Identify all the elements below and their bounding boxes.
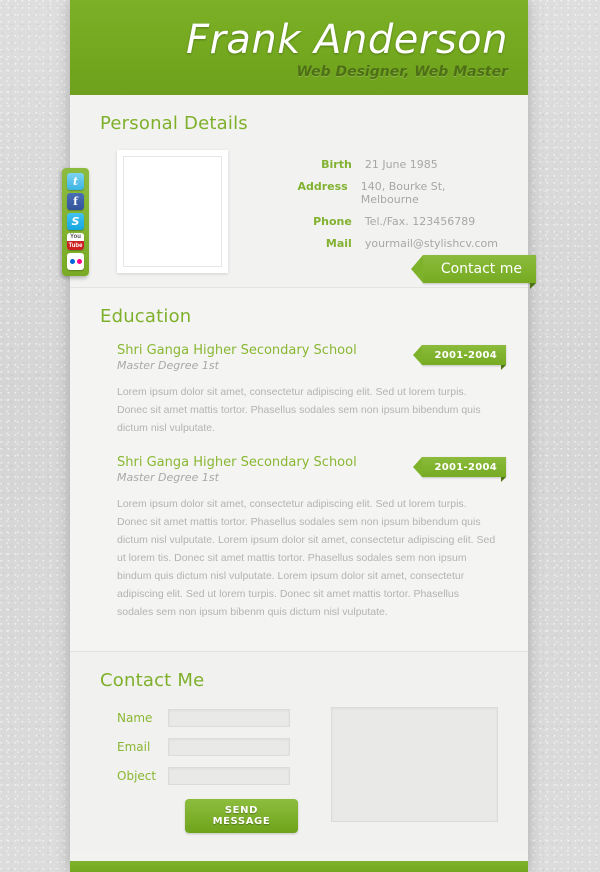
object-input[interactable] — [168, 767, 290, 785]
detail-label-mail: Mail — [325, 237, 352, 250]
education-description: Lorem ipsum dolor sit amet, consectetur … — [117, 386, 481, 434]
youtube-icon[interactable]: You Tube — [67, 233, 84, 250]
email-input[interactable] — [168, 738, 290, 756]
skype-glyph: S — [71, 215, 80, 228]
facebook-glyph: f — [73, 195, 78, 208]
education-section: Education 2001-2004 Shri Ganga Higher Se… — [70, 288, 528, 651]
form-row-name: Name — [100, 709, 298, 727]
flickr-dot-pink — [76, 259, 82, 264]
name-input[interactable] — [168, 709, 290, 727]
detail-label-phone: Phone — [313, 215, 352, 228]
form-row-object: Object — [100, 767, 298, 785]
personal-details-list: Birth 21 June 1985 Address 140, Bourke S… — [286, 150, 498, 259]
skype-icon[interactable]: S — [67, 213, 84, 230]
page-footer-bar — [70, 861, 528, 872]
email-label: Email — [117, 740, 151, 754]
form-row-email: Email — [100, 738, 298, 756]
detail-row-address: Address 140, Bourke St, Melbourne — [286, 180, 498, 206]
social-links-rail: t f S You Tube — [62, 168, 89, 276]
page-header: Frank Anderson Web Designer, Web Master — [70, 0, 528, 95]
send-message-button[interactable]: SEND MESSAGE — [185, 799, 298, 833]
page-title: Frank Anderson — [185, 17, 508, 63]
detail-row-birth: Birth 21 June 1985 — [286, 158, 498, 171]
education-item: 2001-2004 Shri Ganga Higher Secondary Sc… — [100, 455, 506, 621]
contact-form-fields: Name Email Object SEND MESSAGE — [100, 707, 298, 833]
education-description: Lorem ipsum dolor sit amet, consectetur … — [117, 498, 496, 618]
facebook-icon[interactable]: f — [67, 193, 84, 210]
detail-label-address: Address — [297, 180, 348, 193]
header-text-block: Frank Anderson Web Designer, Web Master — [186, 19, 508, 81]
contact-form: Name Email Object SEND MESSAGE — [100, 707, 498, 833]
flickr-dot-blue — [69, 259, 75, 264]
twitter-glyph: t — [72, 175, 79, 188]
contact-section: Contact Me Name Email Object SEND MESSAG… — [70, 652, 528, 853]
detail-value-birth: 21 June 1985 — [364, 158, 438, 171]
detail-value-mail: yourmail@stylishcv.com — [364, 237, 498, 250]
message-textarea[interactable] — [330, 707, 498, 822]
youtube-glyph-bottom: Tube — [67, 241, 84, 250]
name-label: Name — [117, 711, 153, 725]
education-title: Education — [100, 306, 192, 327]
detail-row-mail: Mail yourmail@stylishcv.com — [286, 237, 498, 250]
detail-value-phone: Tel./Fax. 123456789 — [364, 215, 476, 228]
flickr-icon[interactable] — [67, 253, 84, 270]
profile-photo-frame — [117, 150, 228, 273]
education-item: 2001-2004 Shri Ganga Higher Secondary Sc… — [100, 343, 506, 437]
header-subtitle: Web Designer, Web Master — [296, 64, 508, 80]
education-period-badge: 2001-2004 — [413, 457, 506, 482]
detail-value-address: 140, Bourke St, Melbourne — [360, 180, 446, 206]
detail-label-birth: Birth — [321, 158, 352, 171]
education-period-badge: 2001-2004 — [413, 345, 506, 370]
contact-title: Contact Me — [100, 670, 205, 691]
contact-me-button[interactable]: Contact me — [410, 255, 537, 289]
detail-row-phone: Phone Tel./Fax. 123456789 — [286, 215, 498, 228]
twitter-icon[interactable]: t — [67, 173, 84, 190]
youtube-glyph-top: You — [67, 233, 84, 241]
cv-page: Frank Anderson Web Designer, Web Master … — [70, 0, 537, 872]
profile-photo-placeholder — [123, 156, 222, 267]
object-label: Object — [117, 769, 157, 783]
personal-details-title: Personal Details — [100, 113, 248, 134]
